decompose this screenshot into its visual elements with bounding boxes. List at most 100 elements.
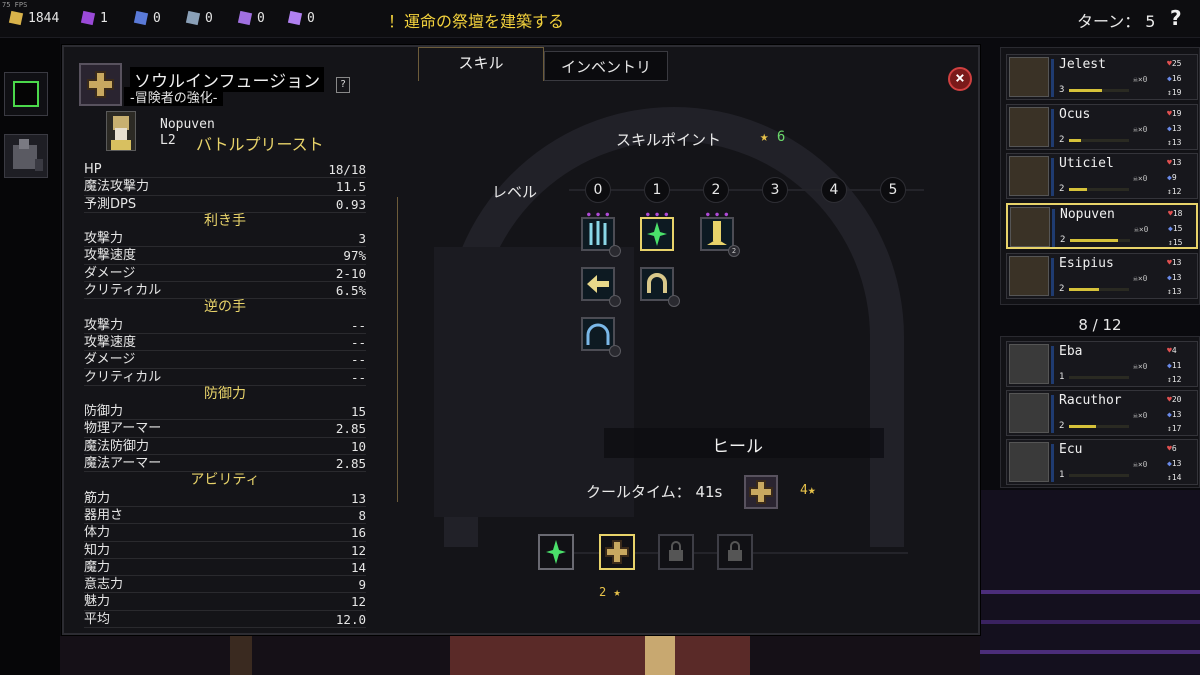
mana-bar [1051,158,1054,196]
level-1: 1 [644,177,670,203]
party-member-card[interactable]: Ocus 2 ☠×0 ♥19 ◆13 ↕13 [1006,104,1198,150]
hero-portrait [1010,207,1050,247]
party-member-card[interactable]: Uticiel 2 ☠×0 ♥13 ◆9 ↕12 [1006,153,1198,199]
main-hand-stat-row: ダメージ 2-10 [84,265,366,283]
level-3: 3 [762,177,788,203]
ability-stat-row: 魔力 14 [84,559,366,577]
xp-bar [1069,139,1129,142]
equipment-button[interactable] [4,134,48,178]
hero-portrait [1009,442,1049,482]
main-hand-stat-row: 攻撃速度 97% [84,248,366,265]
mana-bar [1052,209,1055,247]
party-member-card[interactable]: Eba 1 ☠×0 ♥4 ◆11 ↕12 [1006,341,1198,387]
blades-icon [589,221,607,245]
defense-stat-row: 物理アーマー 2.85 [84,421,366,438]
stat-row: 魔法攻撃力 11.5 [84,179,366,196]
divider [397,197,398,502]
mana-bar [1051,258,1054,296]
mana-bar [1051,346,1054,384]
cooldown-label: クールタイム： 41s [586,483,723,501]
off-hand-heading: 逆の手 [204,299,246,316]
party-member-card[interactable]: Nopuven 2 ☠×0 ♥18 ◆15 ↕15 [1006,203,1198,249]
green-sparkle-icon [647,222,667,246]
hero-portrait [1009,256,1049,296]
party-member-card[interactable]: Ecu 1 ☠×0 ♥6 ◆13 ↕14 [1006,439,1198,485]
arrow-strike-icon [587,275,609,293]
ability-stat-row: 平均 12.0 [84,611,366,629]
level-5: 5 [880,177,906,203]
soul-infusion-panel: ソウルインフュージョン -冒険者の強化- ? Nopuven L2 バトルプリー… [62,45,980,635]
horseshoe-icon [647,273,667,293]
upgrade-slot-1[interactable] [538,534,574,570]
off-hand-stat-row: クリティカル -- [84,369,366,386]
quest-objective[interactable]: ！運命の祭壇を建築する [388,8,564,32]
purple-shard-icon [237,9,253,27]
ability-stat-row: 魅力 12 [84,594,366,611]
minimap-icon [13,81,39,107]
off-hand-stat-row: ダメージ -- [84,352,366,369]
mana-bar [1051,59,1054,97]
off-hand-stat-row: 攻撃力 -- [84,317,366,334]
tab-inventory[interactable]: インベントリ [544,51,668,81]
heal-cross-icon[interactable] [744,475,778,509]
mana-bar [1051,395,1054,433]
scene-right [980,490,1200,675]
green-sparkle-icon [546,540,566,564]
turn-counter: ターン： 5 [1077,12,1156,31]
mana-bar [1051,109,1054,147]
skill-blades[interactable]: ● ● ● [581,212,621,257]
cooldown-cost: 4★ [800,483,816,498]
resource-0: 1844 [8,9,59,27]
scene-floor [60,636,980,675]
defense-stat-row: 防御力 15 [84,404,366,421]
party-member-card[interactable]: Esipius 2 ☠×0 ♥13 ◆13 ↕13 [1006,253,1198,299]
skill-heal[interactable]: ● ● ● [640,212,674,251]
resource-1: 1 [80,9,108,27]
panel-subtitle: -冒険者の強化- [124,87,224,106]
resource-3: 0 [185,9,213,27]
star-icon: ★ [807,483,816,498]
stat-row: 予測DPS 0.93 [84,196,366,213]
xp-bar [1069,188,1129,191]
main-hand-stat-row: クリティカル 6.5% [84,283,366,300]
blue-tome-icon [133,9,149,27]
fps-counter: 75 FPS [2,1,28,9]
slot-cost: 2 ★ [599,585,621,599]
hero-level: L2 [160,133,176,148]
close-icon[interactable]: × [948,67,972,91]
tab-skills[interactable]: スキル [418,47,544,81]
upgrade-slot-3[interactable] [658,534,694,570]
gold-beam-icon [707,221,727,245]
skill-shield[interactable] [640,267,680,307]
rune-stone-icon [185,9,201,27]
upgrade-slot-4[interactable] [717,534,753,570]
upgrade-slot-2[interactable] [599,534,635,570]
heal-cross-icon [605,540,629,564]
party-member-card[interactable]: Jelest 3 ☠×0 ♥25 ◆16 ↕19 [1006,54,1198,100]
help-button[interactable]: ? [1170,6,1182,30]
star-icon: ★ [760,129,769,145]
resource-4: 0 [237,9,265,27]
skill-ward[interactable] [581,317,621,357]
ability-stat-row: 知力 12 [84,542,366,559]
hero-portrait [1009,344,1049,384]
defense-stat-row: 魔法防御力 10 [84,438,366,456]
resource-2: 0 [133,9,161,27]
defense-stat-row: 魔法アーマー 2.85 [84,456,366,473]
info-button[interactable]: ? [336,77,350,93]
ability-heading: アビリティ [190,472,260,489]
star-icon: ★ [613,585,621,599]
gauntlet-icon [13,139,43,171]
skill-dash[interactable] [581,267,621,307]
skill-holy-beam[interactable]: ● ● ● 2 [700,212,740,257]
hero-name: Nopuven [160,117,215,132]
level-4: 4 [821,177,847,203]
ability-stat-row: 意志力 9 [84,577,366,594]
skill-points-value: ★ 6 [760,129,786,145]
minimap-button[interactable] [4,72,48,116]
stat-row: HP 18/18 [84,162,366,179]
skill-points-label: スキルポイント [616,131,722,149]
party-member-card[interactable]: Racuthor 2 ☠×0 ♥20 ◆13 ↕17 [1006,390,1198,436]
level-label: レベル [492,183,538,201]
level-track [569,189,924,191]
